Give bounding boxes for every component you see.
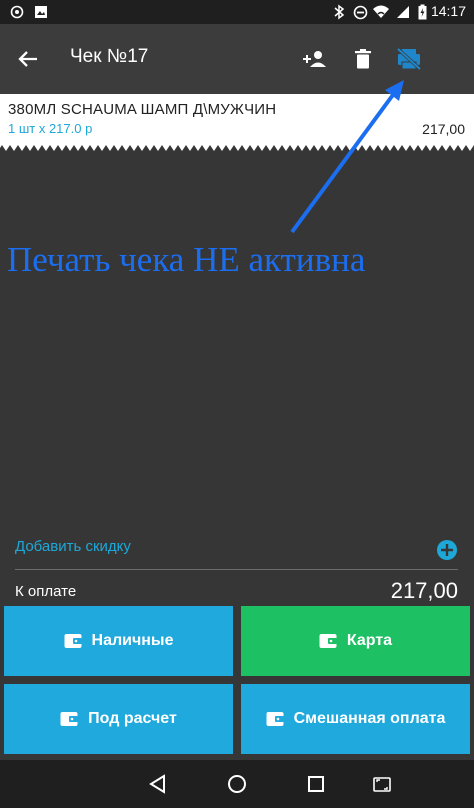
credit-payment-button[interactable]: Под расчет bbox=[4, 684, 233, 754]
cash-payment-button[interactable]: Наличные bbox=[4, 606, 233, 676]
page-title: Чек №17 bbox=[70, 46, 149, 67]
back-triangle-icon[interactable] bbox=[146, 772, 170, 796]
item-name: 380МЛ SCHAUMA ШАМП Д\МУЖЧИН bbox=[8, 101, 277, 118]
annotation-text: Печать чека НЕ активна bbox=[7, 240, 366, 279]
wallet-icon bbox=[64, 634, 82, 648]
card-label: Карта bbox=[346, 632, 393, 649]
wallet-icon bbox=[319, 634, 337, 648]
delete-icon[interactable] bbox=[348, 44, 378, 74]
print-disabled-icon[interactable] bbox=[394, 44, 424, 74]
mixed-payment-button[interactable]: Смешанная оплата bbox=[241, 684, 470, 754]
wallet-icon bbox=[60, 712, 79, 726]
system-nav-bar bbox=[0, 760, 474, 808]
back-arrow-icon[interactable] bbox=[13, 44, 43, 74]
cash-label: Наличные bbox=[91, 632, 174, 649]
app-bar: Чек №17 bbox=[0, 24, 474, 94]
home-circle-icon[interactable] bbox=[225, 772, 249, 796]
mixed-label: Смешанная оплата bbox=[293, 710, 446, 727]
notification-icon bbox=[10, 4, 24, 20]
item-qty-price: 1 шт x 217.0 р bbox=[8, 121, 93, 136]
battery-charging-icon bbox=[418, 4, 427, 20]
image-icon bbox=[34, 4, 48, 20]
do-not-disturb-icon bbox=[353, 4, 368, 20]
receipt-zigzag-edge bbox=[0, 143, 474, 151]
to-pay-value: 217,00 bbox=[390, 578, 458, 603]
wifi-icon bbox=[372, 4, 390, 20]
receipt-item[interactable]: 380МЛ SCHAUMA ШАМП Д\МУЖЧИН 1 шт x 217.0… bbox=[0, 94, 474, 144]
recents-square-icon[interactable] bbox=[304, 772, 328, 796]
add-discount-link[interactable]: Добавить скидку bbox=[15, 538, 131, 555]
item-sum: 217,00 bbox=[422, 121, 465, 137]
signal-icon bbox=[396, 4, 410, 20]
wallet-icon bbox=[266, 712, 284, 726]
screenshot-icon[interactable] bbox=[370, 772, 394, 796]
card-payment-button[interactable]: Карта bbox=[241, 606, 470, 676]
add-customer-icon[interactable] bbox=[300, 44, 330, 74]
add-discount-plus-icon[interactable] bbox=[436, 539, 458, 561]
status-time: 14:17 bbox=[430, 3, 466, 19]
credit-label: Под расчет bbox=[88, 710, 177, 727]
to-pay-label: К оплате bbox=[15, 583, 77, 600]
bluetooth-icon bbox=[333, 4, 345, 20]
summary-divider bbox=[15, 569, 458, 570]
status-bar: 14:17 bbox=[0, 0, 474, 24]
